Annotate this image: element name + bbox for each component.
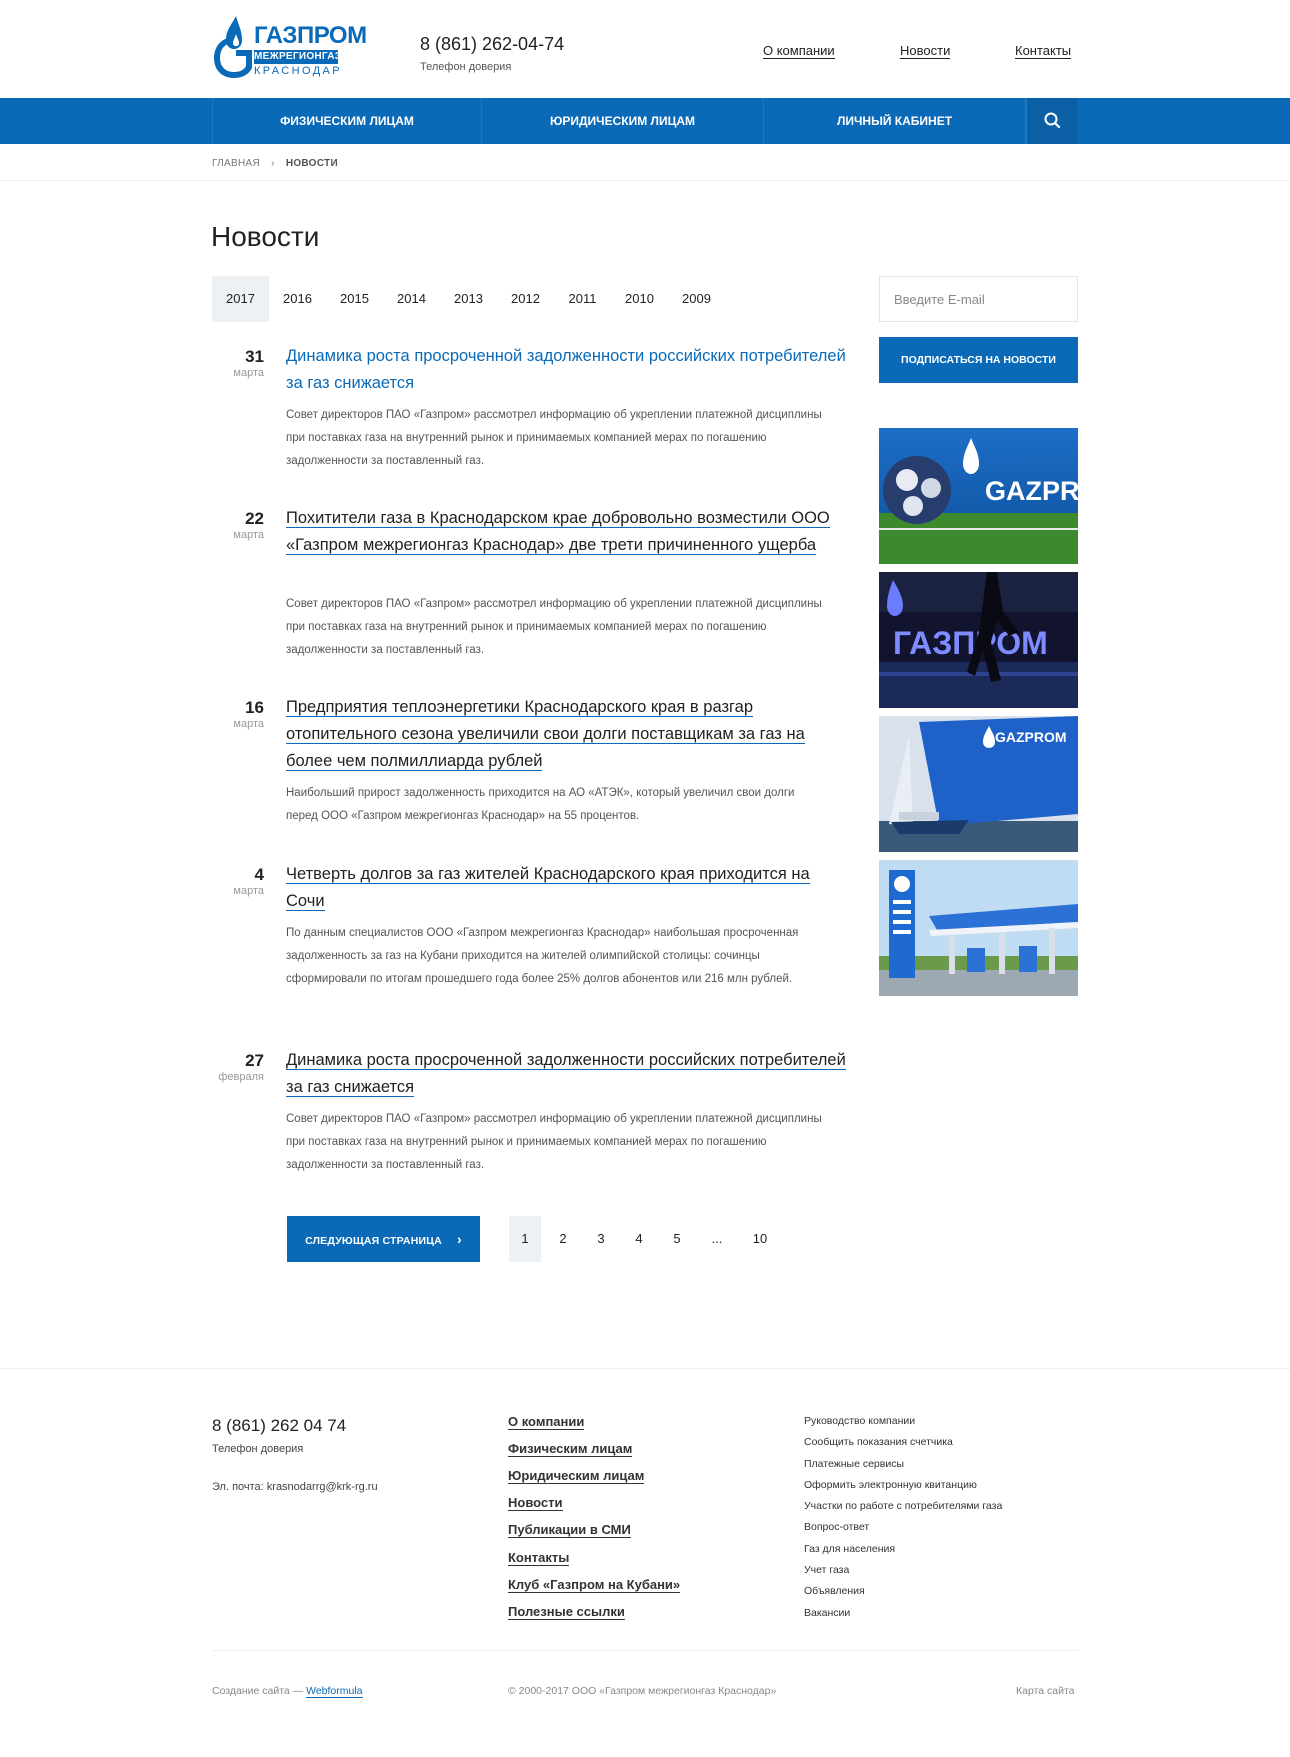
subscribe-button[interactable]: ПОДПИСАТЬСЯ НА НОВОСТИ — [879, 337, 1078, 383]
news-day: 31 — [245, 347, 264, 366]
banner-image-football[interactable]: GAZPROM — [879, 428, 1078, 564]
hotline-caption: Телефон доверия — [420, 61, 512, 73]
footer-link-legal[interactable]: Юридическим лицам — [508, 1468, 645, 1484]
page-title: Новости — [211, 221, 320, 252]
banner-text: GAZPROM — [995, 729, 1067, 745]
banner-text: GAZPROM — [985, 476, 1078, 506]
news-summary: Совет директоров ПАО «Газпром» рассмотре… — [286, 409, 822, 467]
page-link-2[interactable]: 2 — [547, 1216, 579, 1262]
top-link-news[interactable]: Новости — [900, 43, 951, 59]
nav-personal-account[interactable]: ЛИЧНЫЙ КАБИНЕТ — [764, 98, 1026, 144]
banner-text: ГАЗПРОМ — [893, 625, 1048, 661]
search-icon — [1044, 112, 1061, 129]
top-link-contacts[interactable]: Контакты — [1015, 43, 1072, 59]
footer-link-useful[interactable]: Полезные ссылки — [508, 1604, 625, 1620]
news-summary: Совет директоров ПАО «Газпром» рассмотре… — [286, 1113, 822, 1171]
news-summary: Наибольший прирост задолженность приходи… — [286, 787, 795, 822]
year-tab-2013[interactable]: 2013 — [440, 276, 497, 322]
news-month: марта — [233, 885, 264, 897]
breadcrumb-home[interactable]: ГЛАВНАЯ — [212, 158, 260, 169]
footer-small-link[interactable]: Платежные сервисы — [804, 1458, 904, 1470]
year-tab-2010[interactable]: 2010 — [611, 276, 668, 322]
news-month: марта — [233, 367, 264, 379]
main-navigation: ФИЗИЧЕСКИМ ЛИЦАМ ЮРИДИЧЕСКИМ ЛИЦАМ ЛИЧНЫ… — [0, 98, 1290, 144]
footer-phone[interactable]: 8 (861) 262 04 74 — [212, 1416, 346, 1436]
news-title-link[interactable]: Динамика роста просроченной задолженност… — [286, 1047, 846, 1101]
news-day: 27 — [245, 1051, 264, 1070]
news-title-link[interactable]: Динамика роста просроченной задолженност… — [286, 343, 846, 397]
footer-small-link[interactable]: Участки по работе с потребителями газа — [804, 1500, 1002, 1512]
footer-small-link[interactable]: Оформить электронную квитанцию — [804, 1479, 977, 1491]
next-page-label: СЛЕДУЮЩАЯ СТРАНИЦА — [305, 1235, 442, 1247]
year-tab-2014[interactable]: 2014 — [383, 276, 440, 322]
news-summary: Совет директоров ПАО «Газпром» рассмотре… — [286, 598, 822, 656]
footer-divider — [0, 1368, 1290, 1369]
year-tab-2009[interactable]: 2009 — [668, 276, 725, 322]
news-day: 4 — [254, 865, 264, 884]
hotline-phone[interactable]: 8 (861) 262-04-74 — [420, 34, 564, 55]
footer-small-link[interactable]: Сообщить показания счетчика — [804, 1436, 953, 1448]
email-input[interactable] — [879, 276, 1078, 322]
news-month: марта — [233, 529, 264, 541]
news-title-link[interactable]: Похитители газа в Краснодарском крае доб… — [286, 505, 846, 559]
credits-label: Создание сайта — — [212, 1685, 304, 1697]
news-title-link[interactable]: Четверть долгов за газ жителей Краснодар… — [286, 861, 846, 915]
footer-link-club[interactable]: Клуб «Газпром на Кубани» — [508, 1577, 681, 1593]
footer-small-link[interactable]: Учет газа — [804, 1564, 849, 1576]
footer-small-link[interactable]: Вопрос-ответ — [804, 1521, 869, 1533]
search-button[interactable] — [1026, 98, 1077, 144]
breadcrumb-current: НОВОСТИ — [285, 158, 338, 169]
page-ellipsis: ... — [711, 1231, 723, 1246]
news-title-link[interactable]: Предприятия теплоэнергетики Краснодарско… — [286, 694, 846, 775]
footer-small-link[interactable]: Руководство компании — [804, 1415, 915, 1427]
footer-divider — [212, 1650, 1078, 1651]
footer-link-contacts[interactable]: Контакты — [508, 1550, 570, 1566]
year-tab-2012[interactable]: 2012 — [497, 276, 554, 322]
banner-image-yacht[interactable]: GAZPROM — [879, 716, 1078, 852]
breadcrumb-separator: › — [271, 158, 275, 169]
news-summary: По данным специалистов ООО «Газпром межр… — [286, 927, 799, 985]
page-link-4[interactable]: 4 — [623, 1216, 655, 1262]
footer-phone-caption: Телефон доверия — [212, 1443, 304, 1455]
copyright: © 2000-2017 ООО «Газпром межрегионгаз Кр… — [508, 1685, 777, 1697]
year-tab-2011[interactable]: 2011 — [554, 276, 611, 322]
developer-link[interactable]: Webformula — [306, 1685, 363, 1698]
page-link-3[interactable]: 3 — [585, 1216, 617, 1262]
footer-link-individuals[interactable]: Физическим лицам — [508, 1441, 633, 1457]
news-month: марта — [233, 718, 264, 730]
footer-link-news[interactable]: Новости — [508, 1495, 563, 1511]
next-page-button[interactable]: СЛЕДУЮЩАЯ СТРАНИЦА › — [287, 1216, 480, 1262]
footer-small-link[interactable]: Вакансии — [804, 1607, 850, 1619]
banner-image-gas-station[interactable] — [879, 860, 1078, 996]
year-tab-2015[interactable]: 2015 — [326, 276, 383, 322]
footer-email[interactable]: Эл. почта: krasnodarrg@krk-rg.ru — [212, 1481, 378, 1493]
site-header: ГАЗПРОМ МЕЖРЕГИОНГАЗ КРАСНОДАР 8 (861) 2… — [0, 0, 1290, 98]
news-day: 16 — [245, 698, 264, 717]
news-day: 22 — [245, 509, 264, 528]
logo-subtitle: МЕЖРЕГИОНГАЗ — [254, 50, 342, 64]
chevron-right-icon: › — [457, 1231, 462, 1247]
page-link-1[interactable]: 1 — [509, 1216, 541, 1262]
logo-title: ГАЗПРОМ — [254, 22, 367, 49]
top-link-about[interactable]: О компании — [763, 43, 835, 59]
nav-legal-entities[interactable]: ЮРИДИЧЕСКИМ ЛИЦАМ — [482, 98, 764, 144]
news-month: февраля — [218, 1071, 264, 1083]
page-link-5[interactable]: 5 — [661, 1216, 693, 1262]
sitemap-link[interactable]: Карта сайта — [1016, 1685, 1075, 1697]
footer-link-media[interactable]: Публикации в СМИ — [508, 1522, 631, 1538]
nav-individuals[interactable]: ФИЗИЧЕСКИМ ЛИЦАМ — [212, 98, 482, 144]
page-link-10[interactable]: 10 — [744, 1216, 776, 1262]
footer-credits: Создание сайта — Webformula — [212, 1685, 363, 1698]
footer-link-about[interactable]: О компании — [508, 1414, 585, 1430]
footer-small-link[interactable]: Газ для населения — [804, 1543, 895, 1555]
divider — [0, 180, 1290, 181]
breadcrumb: ГЛАВНАЯ › НОВОСТИ — [212, 158, 338, 169]
year-tab-2017[interactable]: 2017 — [212, 276, 269, 322]
banner-image-exhibition[interactable]: ГАЗПРОМ — [879, 572, 1078, 708]
year-tab-2016[interactable]: 2016 — [269, 276, 326, 322]
logo-city: КРАСНОДАР — [254, 65, 343, 77]
footer-small-link[interactable]: Объявления — [804, 1585, 865, 1597]
